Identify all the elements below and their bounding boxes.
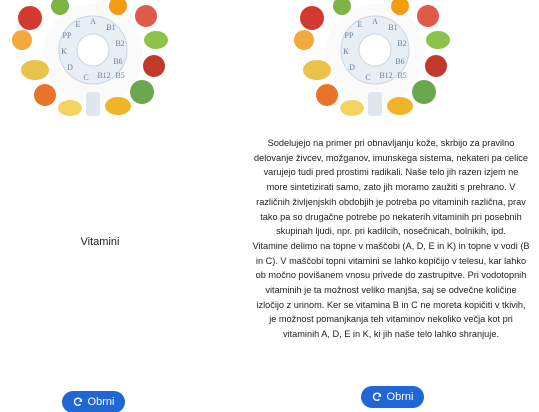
vitamin-foods-illustration: A B1 B2 B6 B12 C D K PP E B5 [0,0,186,124]
refresh-icon [372,392,382,402]
svg-text:B2: B2 [115,39,124,48]
svg-text:B6: B6 [113,57,122,66]
svg-text:B5: B5 [397,71,406,80]
flip-button-label: Obrni [87,396,115,408]
flashcard-front: A B1 B2 B6 B12 C D K PP E B5 Vitamini Ob… [0,0,200,412]
flip-button[interactable]: Obrni [361,386,424,408]
svg-text:C: C [365,73,370,82]
svg-text:E: E [76,20,81,29]
svg-text:A: A [372,17,378,26]
svg-text:E: E [358,20,363,29]
vitamin-foods-illustration: A B1 B2 B6 B12 C D K PP E B5 [282,0,468,124]
svg-text:C: C [83,73,88,82]
flashcard-back: A B1 B2 B6 B12 C D K PP E B5 Sodelujejo … [250,0,539,412]
svg-text:A: A [90,17,96,26]
svg-text:B12: B12 [97,71,110,80]
svg-text:B2: B2 [397,39,406,48]
svg-text:B1: B1 [106,23,115,32]
flip-button-label: Obrni [386,391,414,403]
svg-text:B6: B6 [395,57,404,66]
description-paragraph-1: Sodelujejo na primer pri obnavljanju kož… [254,138,528,237]
svg-text:K: K [61,47,67,56]
svg-text:D: D [349,63,355,72]
svg-text:B1: B1 [388,23,397,32]
svg-text:B12: B12 [379,71,392,80]
description-paragraph-2: Vitamine delimo na topne v maščobi (A, D… [252,240,530,340]
svg-text:K: K [343,47,349,56]
svg-text:PP: PP [63,31,72,40]
refresh-icon [73,397,83,407]
flip-button[interactable]: Obrni [62,391,125,412]
svg-text:B5: B5 [115,71,124,80]
card-title: Vitamini [80,236,120,248]
card-description: Sodelujejo na primer pri obnavljanju kož… [252,136,530,342]
svg-text:PP: PP [345,31,354,40]
svg-text:D: D [67,63,73,72]
